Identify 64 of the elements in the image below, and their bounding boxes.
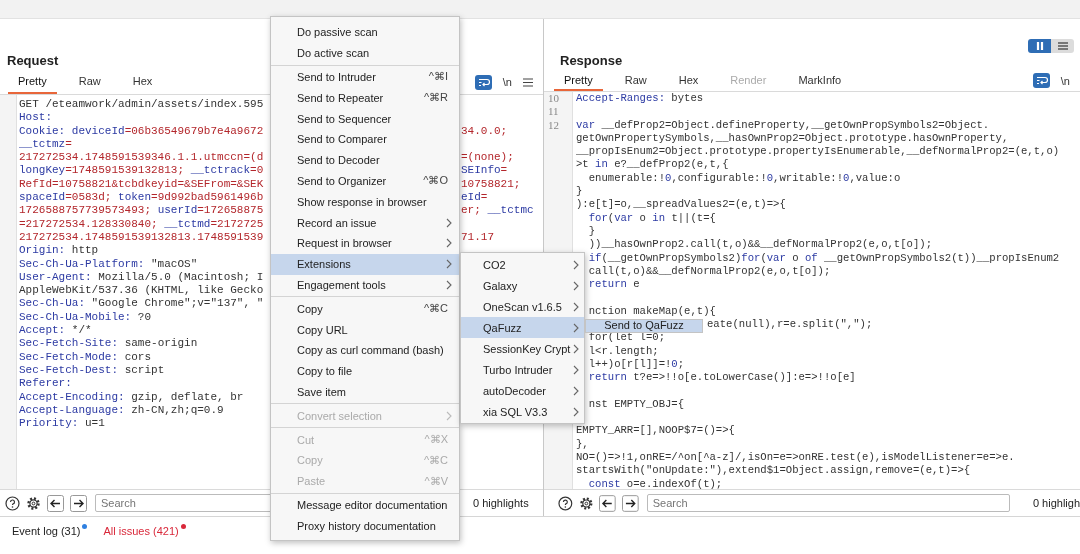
code-line: nction makeMap(e,t){: [587, 304, 716, 319]
code-fragment: eId=: [461, 191, 488, 205]
code-line: spaceId=0583d; token=9d992bad5961496b: [19, 191, 265, 205]
code-line: Sec-Fetch-Site: same-origin: [19, 337, 199, 351]
code-line: NO=()=>!1,onRE=/^on[^a-z]/,isOn=e=>onRE.test(e),isModelListener=e=>e.: [576, 451, 1015, 465]
code-line: }: [576, 185, 583, 199]
code-fragment: 34.0.0;: [461, 124, 508, 138]
panel-title: Request: [7, 53, 59, 69]
panel-title: Response: [560, 53, 623, 69]
code-line: enumerable:!0,configurable:!0,writable:!0,value:o: [587, 171, 901, 186]
code-line: __propIsEnum2=Object.prototype.propertyIsEnumerable,__defNormalProp2=(e,t,o): [576, 145, 1060, 159]
code-line: nst EMPTY_OBJ={: [587, 397, 685, 412]
code-line: Origin: http: [19, 244, 100, 258]
code-line: Sec-Ch-Ua-Platform: "macOS": [19, 257, 199, 271]
code-line: Cookie: deviceId=06b36549679b7e4a9672: [19, 124, 265, 138]
code-line: Sec-Ch-Ua-Mobile: ?0: [19, 310, 153, 325]
code-fragment: 71.17: [461, 230, 494, 245]
code-line: ):e[t]=o,__spreadValues2=(e,t)=>{: [576, 198, 786, 212]
line-number: 11: [548, 105, 559, 118]
line-number: 10: [548, 92, 559, 104]
code-line: Accept-Encoding: gzip, deflate, br: [19, 390, 245, 404]
code-line: Priority: u=1: [19, 417, 106, 431]
highlight-count: 0 highlights: [473, 497, 529, 509]
code-line: eate(null),r=e.split(",");: [707, 318, 873, 332]
code-line: l++)o[r[l]]=!0;: [587, 357, 685, 372]
code-line: Sec-Fetch-Dest: script: [19, 363, 166, 378]
code-line: const o=e.indexOf(t);: [587, 477, 723, 489]
code-line: ))__hasOwnProp2.call(t,o)&&__defNormalProp2(e,o,t[o]);: [587, 238, 932, 252]
code-line: Referer:: [19, 377, 73, 391]
code-line: var __defProp2=Object.defineProperty,__getOwnPropSymbols2=Object.: [576, 118, 990, 132]
code-fragment: er; __tctmc: [461, 204, 534, 218]
code-line: 217272534.1748591539132813.1748591539: [19, 230, 265, 245]
code-line: getOwnPropertySymbols,__hasOwnProp2=Object.prototype.hasOwnProperty,: [576, 131, 1009, 146]
code-line: GET /eteamwork/admin/assets/index.595: [19, 98, 265, 112]
code-line: longKey=1748591539132813; __tctrack=0: [19, 164, 265, 178]
code-line: Sec-Ch-Ua: "Google Chrome";v="137", ": [19, 297, 265, 311]
code-line: }: [587, 224, 596, 239]
code-line: l<r.length;: [587, 344, 659, 358]
code-line: call(t,o)&&__defNormalProp2(e,o,t[o]);: [587, 264, 831, 279]
code-line: if(__getOwnPropSymbols2)for(var o of __getOwnPropSymbols2(t))__propIsEnum2: [587, 251, 1060, 265]
code-fragment: SEInfo=: [461, 164, 508, 178]
code-line: Sec-Fetch-Mode: cors: [19, 350, 153, 364]
code-line: =217272534.128330840; __tctmd=2172725: [19, 217, 265, 231]
code-line: >t in e?__defProp2(e,t,{: [576, 158, 729, 172]
code-line: },: [576, 437, 589, 451]
code-line: RefId=10758821&tcbdkeyid=&SEFrom=&SEK: [19, 177, 265, 192]
code-line: AppleWebKit/537.36 (KHTML, like Gecko: [19, 284, 265, 298]
code-line: Accept-Language: zh-CN,zh;q=0.9: [19, 403, 225, 418]
code-line: User-Agent: Mozilla/5.0 (Macintosh; I: [19, 270, 265, 285]
code-line: EMPTY_ARR=[],NOOP$7=()=>{: [576, 424, 735, 438]
code-line: Accept-Ranges: bytes: [576, 92, 704, 106]
line-number: 12: [548, 118, 559, 131]
code-line: return t?e=>!!o[e.toLowerCase()]:e=>!!o[e]: [587, 371, 856, 385]
code-line: Accept: */*: [19, 324, 93, 338]
code-fragment: 10758821;: [461, 177, 521, 192]
code-fragment: =(none);: [461, 151, 514, 165]
code-line: Host:: [19, 111, 53, 125]
code-line: 1726588757739573493; userId=172658875: [19, 204, 265, 218]
code-line: return e: [587, 278, 640, 292]
code-line: startsWith("onUpdate:"),extend$1=Object.assign,remove=(e,t)=>{: [576, 464, 971, 478]
code-line: __tctmz=: [19, 137, 73, 152]
highlight-count: 0 highligh: [1032, 497, 1080, 509]
code-line: 217272534.1748591539346.1.1.utmccn=(d: [19, 151, 265, 165]
code-line: for(var o in t||(t={: [587, 211, 716, 225]
